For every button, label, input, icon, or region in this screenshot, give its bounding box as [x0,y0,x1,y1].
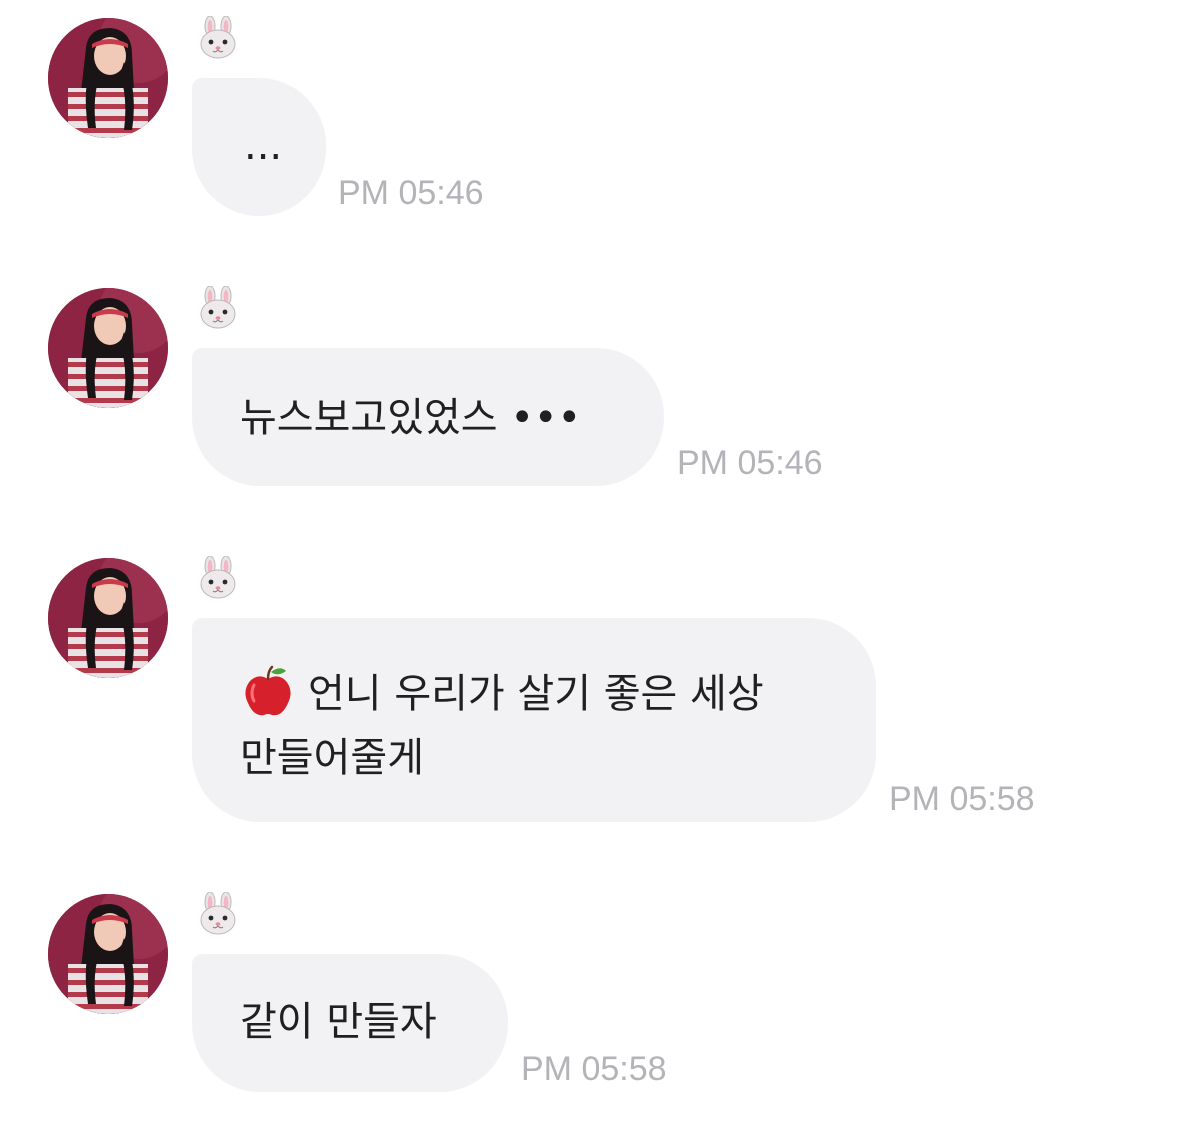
message-timestamp: PM 05:58 [521,1050,667,1088]
red-apple-icon [240,663,296,719]
message-timestamp: PM 05:58 [889,780,1035,818]
rabbit-face-icon [196,556,240,600]
message-text: ... [244,123,283,169]
rabbit-face-icon [196,892,240,936]
rabbit-face-icon [196,286,240,330]
message-text: 뉴스보고있었스 ••• [240,395,582,441]
message-text-line: 만들어줄게 [240,735,424,781]
message-text-line: 언니 우리가 살기 좋은 세상 [240,662,876,726]
message-timestamp: PM 05:46 [677,444,823,482]
message-bubble[interactable]: 같이 만들자 [192,954,508,1092]
message-timestamp: PM 05:46 [338,174,484,212]
message-bubble[interactable]: 언니 우리가 살기 좋은 세상 만들어줄게 [192,618,876,822]
avatar[interactable] [48,894,168,1014]
rabbit-face-icon [196,16,240,60]
message-bubble[interactable]: 뉴스보고있었스 ••• [192,348,664,486]
message-bubble[interactable]: ... [192,78,326,216]
avatar[interactable] [48,288,168,408]
avatar[interactable] [48,558,168,678]
message-text-segment: 언니 우리가 살기 좋은 세상 [308,671,764,717]
message-text: 같이 만들자 [240,999,437,1045]
avatar[interactable] [48,18,168,138]
